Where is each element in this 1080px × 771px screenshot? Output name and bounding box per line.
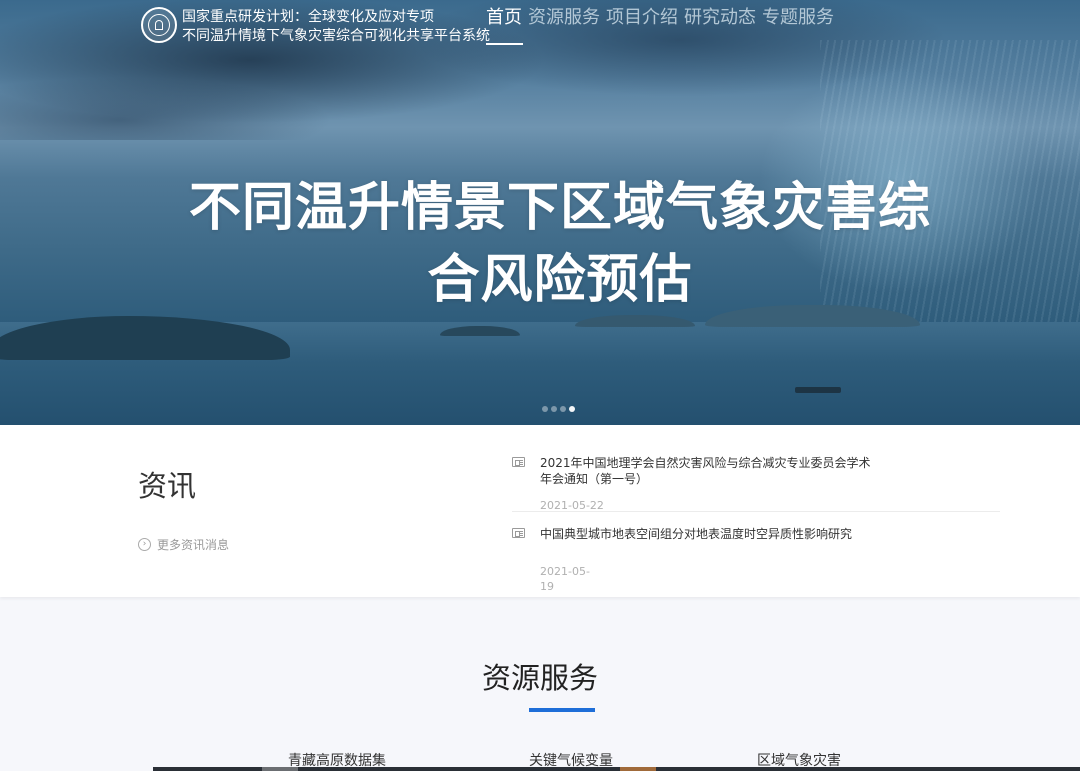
hero-island bbox=[440, 326, 520, 336]
hero-title-line-2: 合风险预估 bbox=[427, 250, 693, 310]
carousel-dots bbox=[542, 406, 575, 412]
news-item[interactable]: 2021年中国地理学会自然灾害风险与综合减灾专业委员会学术年会通知（第一号） 2… bbox=[512, 455, 1000, 512]
carousel-dot[interactable] bbox=[551, 406, 557, 412]
resource-cards-strip bbox=[153, 767, 1080, 771]
main-nav: 首页 资源服务 项目介绍 研究动态 专题服务 bbox=[486, 5, 834, 45]
resources-heading-underline bbox=[529, 708, 595, 712]
news-item-date: 2021-05-22 bbox=[540, 499, 604, 512]
brand-line-1: 国家重点研发计划：全球变化及应对专项 bbox=[182, 9, 434, 25]
more-news-label: 更多资讯消息 bbox=[157, 538, 230, 552]
chevron-right-circle-icon: › bbox=[138, 538, 151, 551]
site-logo-icon[interactable] bbox=[141, 7, 177, 43]
hero-island bbox=[575, 315, 695, 327]
hero-title-line-1: 不同温升情景下区域气象灾害综 bbox=[188, 178, 931, 238]
news-item-title[interactable]: 2021年中国地理学会自然灾害风险与综合减灾专业委员会学术年会通知（第一号） bbox=[540, 455, 876, 487]
hero-boat bbox=[795, 387, 841, 393]
nav-item-topics[interactable]: 专题服务 bbox=[762, 5, 834, 31]
news-item-date: 2021-05-19 bbox=[540, 565, 590, 593]
more-news-link[interactable]: › 更多资讯消息 bbox=[138, 536, 229, 553]
news-doc-icon bbox=[512, 457, 525, 467]
resources-heading: 资源服务 bbox=[481, 661, 598, 695]
news-item-title[interactable]: 中国典型城市地表空间组分对地表温度时空异质性影响研究 bbox=[540, 526, 876, 542]
news-section: 资讯 › 更多资讯消息 2021年中国地理学会自然灾害风险与综合减灾专业委员会学… bbox=[0, 425, 1080, 597]
carousel-dot[interactable] bbox=[542, 406, 548, 412]
nav-item-resources[interactable]: 资源服务 bbox=[528, 5, 600, 31]
brand-line-2: 不同温升情境下气象灾害综合可视化共享平台系统 bbox=[182, 28, 490, 44]
hero-banner: 国家重点研发计划：全球变化及应对专项 不同温升情境下气象灾害综合可视化共享平台系… bbox=[0, 0, 1080, 425]
carousel-dot-active[interactable] bbox=[569, 406, 575, 412]
resource-card-edge bbox=[620, 767, 656, 771]
hero-title: 不同温升情景下区域气象灾害综 合风险预估 bbox=[120, 172, 1000, 316]
news-doc-icon bbox=[512, 528, 525, 538]
carousel-dot[interactable] bbox=[560, 406, 566, 412]
site-brand[interactable]: 国家重点研发计划：全球变化及应对专项 不同温升情境下气象灾害综合可视化共享平台系… bbox=[182, 8, 490, 46]
nav-item-home[interactable]: 首页 bbox=[486, 5, 523, 45]
nav-item-research[interactable]: 研究动态 bbox=[684, 5, 756, 31]
nav-item-project[interactable]: 项目介绍 bbox=[606, 5, 678, 31]
news-heading: 资讯 bbox=[138, 469, 197, 503]
resource-card-edge bbox=[262, 767, 298, 771]
